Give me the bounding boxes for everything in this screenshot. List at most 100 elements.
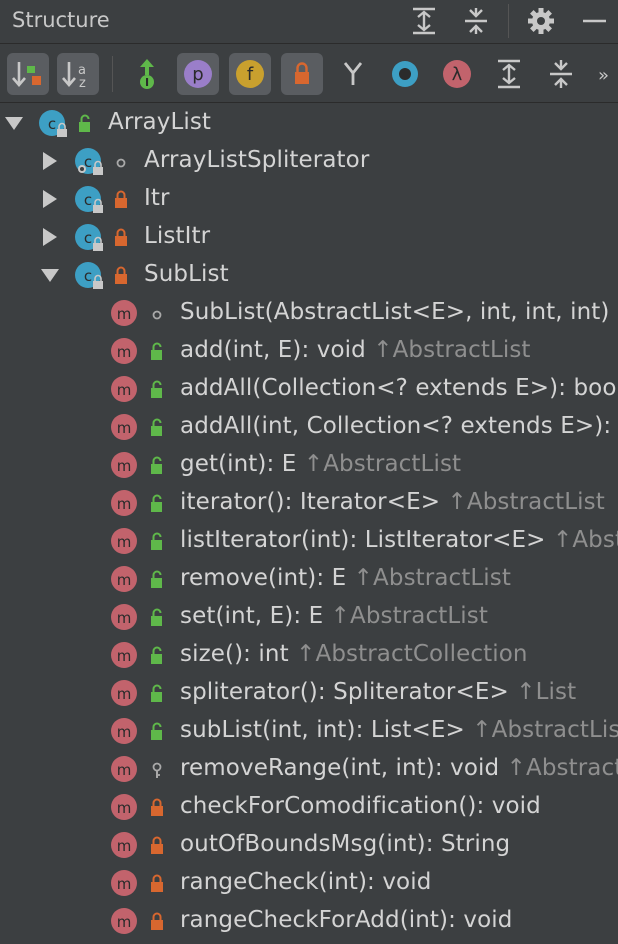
show-properties-button[interactable]: p (177, 53, 219, 95)
svg-text:m: m (117, 305, 132, 323)
tree-class-row[interactable]: c ArrayList (0, 104, 618, 142)
package-dot-icon (148, 304, 166, 324)
node-name: outOfBoundsMsg(int): String (180, 831, 511, 857)
tree-method-row[interactable]: m subList(int, int): List<E> ↑AbstractLis… (0, 712, 618, 750)
public-lock-icon (148, 380, 166, 400)
structure-panel-header: Structure (0, 0, 618, 44)
svg-text:λ: λ (452, 64, 463, 85)
method-signature: addAll(int, Collection<? extends E>): bo… (180, 413, 618, 439)
sort-by-visibility-button[interactable] (7, 53, 49, 95)
tree-method-row[interactable]: m get(int): E ↑AbstractList (0, 446, 618, 484)
node-name: ArrayList (108, 109, 212, 135)
method-signature: rangeCheck(int): void (180, 869, 431, 895)
method-signature: size(): int ↑AbstractCollection (180, 641, 528, 667)
chevron-right-icon[interactable] (40, 151, 60, 171)
tree-method-row[interactable]: m iterator(): Iterator<E> ↑AbstractList (0, 484, 618, 522)
collapse-icon (550, 60, 572, 88)
svg-text:m: m (117, 533, 132, 551)
svg-text:m: m (117, 913, 132, 931)
show-non-public-button[interactable] (281, 53, 323, 95)
tree-class-row[interactable]: c SubList (0, 256, 618, 294)
tree-method-row[interactable]: m addAll(int, Collection<? extends E>): b… (0, 408, 618, 446)
method-signature: subList(int, int): List<E> ↑AbstractList (180, 717, 618, 743)
static-class-icon: c (74, 146, 104, 176)
inherited-from-label: ↑AbstractList (323, 603, 488, 629)
svg-text:p: p (192, 64, 203, 85)
show-lambdas-button[interactable]: λ (436, 53, 478, 95)
collapse-button[interactable] (540, 53, 582, 95)
filter-button[interactable] (332, 53, 374, 95)
class-icon: c (74, 260, 104, 290)
tree-method-row[interactable]: m addAll(Collection<? extends E>): boolea… (0, 370, 618, 408)
node-name: listIterator(int): ListIterator<E> (180, 527, 546, 553)
node-name: rangeCheck(int): void (180, 869, 432, 895)
class-name: ListItr (144, 223, 210, 249)
node-name: spliterator(): Spliterator<E> (180, 679, 509, 705)
tree-method-row[interactable]: m size(): int ↑AbstractCollection (0, 636, 618, 674)
class-icon: c (38, 108, 68, 138)
inherited-from-label: ↑List (508, 679, 577, 705)
tree-class-row[interactable]: c Itr (0, 180, 618, 218)
method-signature: addAll(Collection<? extends E>): boolean (180, 375, 618, 401)
tree-method-row[interactable]: m checkForComodification(): void (0, 788, 618, 826)
show-anonymous-button[interactable] (384, 53, 426, 95)
sort-alphabetically-button[interactable]: az (57, 53, 99, 95)
inherited-from-label: ↑AbstractList (365, 337, 531, 363)
svg-text:m: m (117, 343, 132, 361)
tree-method-row[interactable]: m SubList(AbstractList<E>, int, int, int) (0, 294, 618, 332)
chevron-right-icon[interactable] (40, 189, 60, 209)
class-icon: c (74, 184, 104, 214)
node-name: SubList (144, 261, 229, 287)
field-icon: f (236, 60, 264, 88)
structure-tree: c ArrayList c ArrayListSpliterator c Itr c List… (0, 103, 618, 944)
collapse-all-icon[interactable] (461, 6, 491, 36)
inherited-icon: I (140, 59, 154, 89)
method-icon: m (110, 298, 140, 328)
inherited-from-label: ↑AbstractList (440, 489, 605, 515)
tree-method-row[interactable]: m rangeCheck(int): void (0, 864, 618, 902)
tree-class-row[interactable]: c ListItr (0, 218, 618, 256)
node-name: ListItr (144, 223, 211, 249)
tree-method-row[interactable]: m add(int, E): void ↑AbstractList (0, 332, 618, 370)
svg-text:c: c (84, 191, 92, 209)
tree-method-row[interactable]: m outOfBoundsMsg(int): String (0, 826, 618, 864)
header-separator (508, 4, 509, 38)
method-icon: m (110, 564, 140, 594)
expand-button[interactable] (488, 53, 530, 95)
node-name: rangeCheckForAdd(int): void (180, 907, 513, 933)
more-button[interactable]: » (590, 53, 618, 95)
show-fields-button[interactable]: f (229, 53, 271, 95)
method-signature: get(int): E ↑AbstractList (180, 451, 461, 477)
chevron-down-icon[interactable] (40, 265, 60, 285)
lambda-icon: λ (443, 60, 471, 88)
expand-all-icon[interactable] (409, 6, 439, 36)
svg-text:m: m (117, 419, 132, 437)
private-lock-icon (112, 190, 130, 210)
tree-method-row[interactable]: m removeRange(int, int): void ↑AbstractLi… (0, 750, 618, 788)
sort-alpha-icon: az (62, 62, 86, 91)
chevron-down-icon[interactable] (4, 113, 24, 133)
svg-text:I: I (145, 76, 149, 89)
node-name: add(int, E): void (180, 337, 366, 363)
node-name: set(int, E): E (180, 603, 324, 629)
tree-class-row[interactable]: c ArrayListSpliterator (0, 142, 618, 180)
chevron-right-icon[interactable] (40, 227, 60, 247)
structure-toolbar: a z Ip f λ » (0, 44, 618, 103)
gear-icon[interactable] (526, 6, 556, 36)
tree-method-row[interactable]: m rangeCheckForAdd(int): void (0, 902, 618, 940)
tree-method-row[interactable]: m spliterator(): Spliterator<E> ↑List (0, 674, 618, 712)
method-signature: checkForComodification(): void (180, 793, 541, 819)
tree-method-row[interactable]: m listIterator(int): ListIterator<E> ↑Abs… (0, 522, 618, 560)
svg-text:m: m (117, 685, 132, 703)
method-icon: m (110, 830, 140, 860)
minimize-icon[interactable] (580, 6, 610, 36)
tree-method-row[interactable]: m set(int, E): E ↑AbstractList (0, 598, 618, 636)
method-signature: removeRange(int, int): void ↑AbstractLis… (180, 755, 618, 781)
method-icon: m (110, 792, 140, 822)
svg-text:m: m (117, 609, 132, 627)
svg-text:m: m (117, 571, 132, 589)
show-inherited-button[interactable]: I (126, 53, 168, 95)
method-icon: m (110, 678, 140, 708)
method-icon: m (110, 488, 140, 518)
tree-method-row[interactable]: m remove(int): E ↑AbstractList (0, 560, 618, 598)
